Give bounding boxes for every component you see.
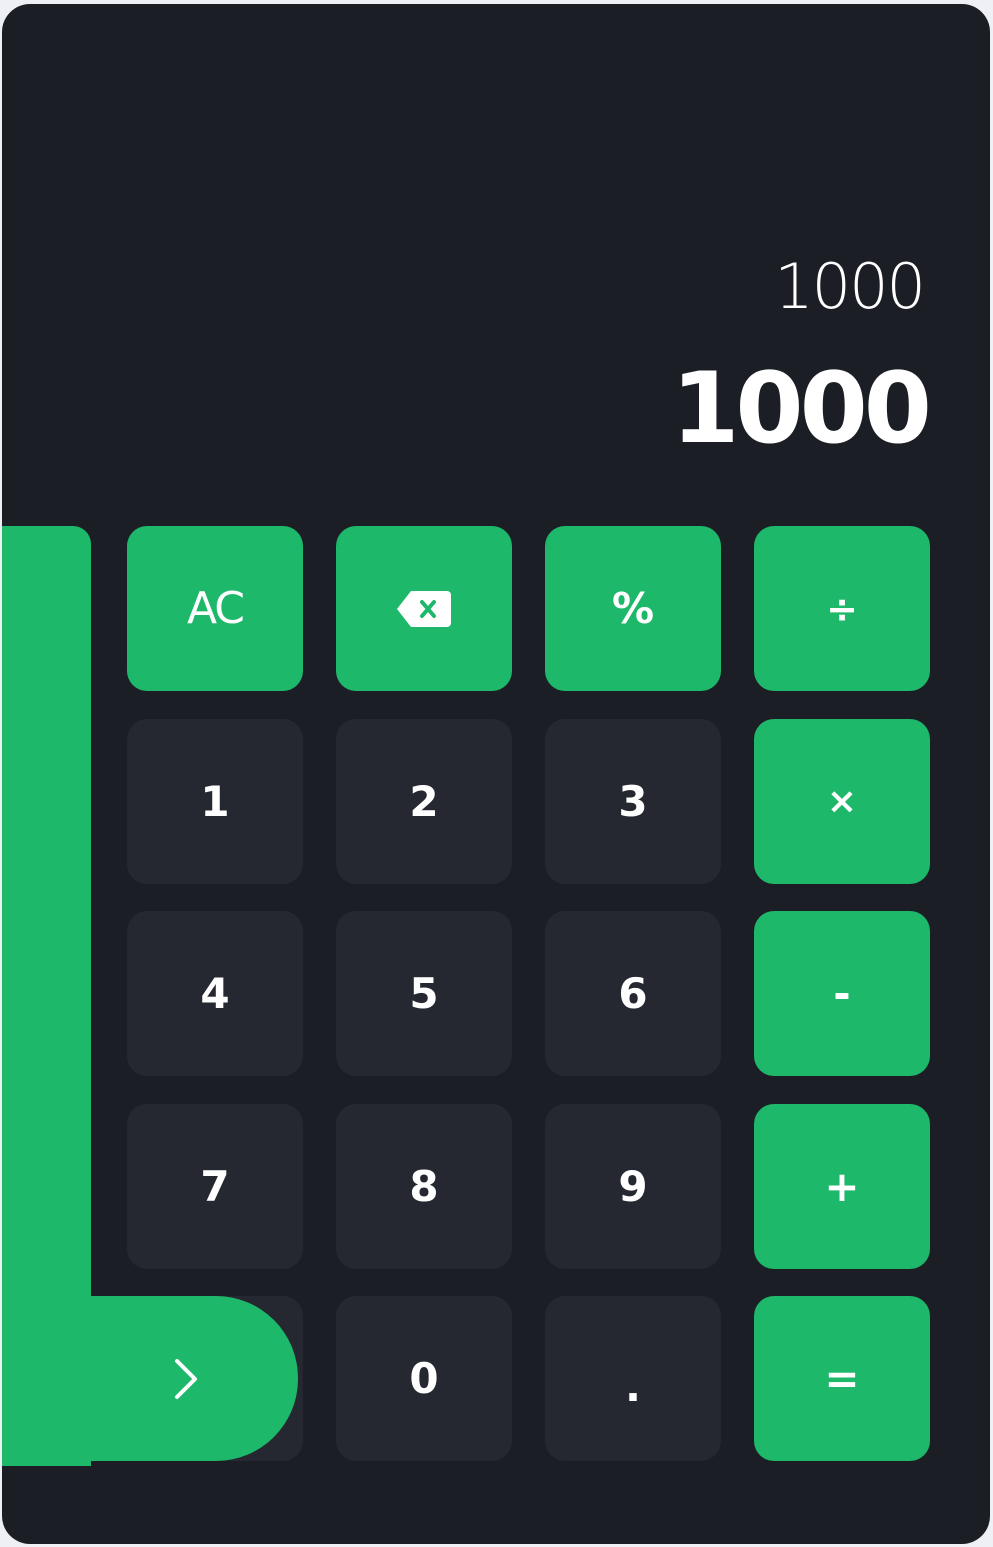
digit-label: 0: [409, 1353, 439, 1403]
calculator: 1000 1000 AC % ÷ 1 2 3 × 4 5 6 - 7 8 9 +…: [2, 4, 990, 1544]
percent-button[interactable]: %: [545, 526, 721, 691]
minus-label: -: [833, 968, 851, 1018]
chevron-right-icon: [174, 1358, 198, 1400]
decimal-button[interactable]: .: [545, 1296, 721, 1461]
multiply-label: ×: [826, 780, 858, 822]
result-display: 1000: [671, 352, 932, 466]
backspace-icon: [397, 590, 451, 627]
percent-label: %: [611, 583, 655, 633]
minus-button[interactable]: -: [754, 911, 930, 1076]
digit-label: 9: [618, 1161, 648, 1211]
digit-label: 8: [409, 1161, 439, 1211]
digit-label: 5: [409, 968, 439, 1018]
clear-label: AC: [186, 582, 245, 634]
plus-label: +: [824, 1161, 860, 1211]
digit-1-button[interactable]: 1: [127, 719, 303, 884]
plus-button[interactable]: +: [754, 1104, 930, 1269]
expression-display: 1000: [774, 250, 926, 323]
digit-7-button[interactable]: 7: [127, 1104, 303, 1269]
digit-8-button[interactable]: 8: [336, 1104, 512, 1269]
digit-0-button[interactable]: 0: [336, 1296, 512, 1461]
digit-2-button[interactable]: 2: [336, 719, 512, 884]
clear-button[interactable]: AC: [127, 526, 303, 691]
digit-9-button[interactable]: 9: [545, 1104, 721, 1269]
digit-label: 4: [200, 968, 230, 1018]
drawer-toggle-button[interactable]: [2, 1296, 298, 1461]
digit-label: 7: [200, 1161, 230, 1211]
digit-label: 2: [409, 776, 439, 826]
multiply-button[interactable]: ×: [754, 719, 930, 884]
divide-button[interactable]: ÷: [754, 526, 930, 691]
digit-label: 3: [618, 776, 648, 826]
digit-3-button[interactable]: 3: [545, 719, 721, 884]
digit-label: 1: [200, 776, 230, 826]
backspace-button[interactable]: [336, 526, 512, 691]
digit-6-button[interactable]: 6: [545, 911, 721, 1076]
digit-5-button[interactable]: 5: [336, 911, 512, 1076]
equals-button[interactable]: =: [754, 1296, 930, 1461]
equals-label: =: [824, 1353, 860, 1403]
divide-label: ÷: [826, 586, 858, 631]
digit-label: 6: [618, 968, 648, 1018]
decimal-label: .: [625, 1361, 641, 1411]
digit-4-button[interactable]: 4: [127, 911, 303, 1076]
